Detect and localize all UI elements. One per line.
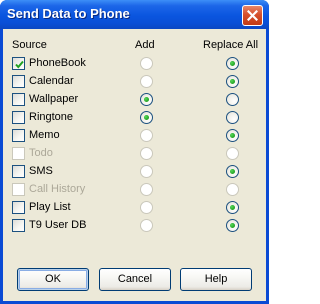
- source-column-header: Source: [12, 39, 47, 51]
- source-row: SMS: [3, 163, 266, 181]
- source-checkbox[interactable]: [12, 111, 25, 124]
- replace-all-radio[interactable]: [226, 93, 239, 106]
- replace-all-radio[interactable]: [226, 219, 239, 232]
- source-checkbox[interactable]: [12, 75, 25, 88]
- radio-dot-icon: [230, 205, 235, 210]
- close-icon: [247, 10, 258, 21]
- replace-all-radio[interactable]: [226, 57, 239, 70]
- source-checkbox[interactable]: [12, 57, 25, 70]
- source-checkbox[interactable]: [12, 201, 25, 214]
- window-title: Send Data to Phone: [7, 6, 130, 21]
- replace-all-radio[interactable]: [226, 75, 239, 88]
- source-label: T9 User DB: [29, 219, 87, 231]
- replace-all-radio: [226, 183, 239, 196]
- source-label: Memo: [29, 129, 60, 141]
- source-checkbox: [12, 147, 25, 160]
- add-radio[interactable]: [140, 93, 153, 106]
- radio-dot-icon: [144, 97, 149, 102]
- source-row: PhoneBook: [3, 55, 266, 73]
- source-row: Wallpaper: [3, 91, 266, 109]
- source-row: Ringtone: [3, 109, 266, 127]
- send-data-dialog: Send Data to Phone Source Add Replace Al…: [0, 0, 269, 304]
- radio-dot-icon: [230, 61, 235, 66]
- source-row: Calendar: [3, 73, 266, 91]
- radio-dot-icon: [144, 115, 149, 120]
- replace-all-radio[interactable]: [226, 165, 239, 178]
- checkmark-icon: [15, 60, 24, 69]
- source-label: PhoneBook: [29, 57, 86, 69]
- dialog-body: Source Add Replace All PhoneBook Calendar…: [3, 29, 266, 301]
- source-checkbox[interactable]: [12, 219, 25, 232]
- replace-all-radio[interactable]: [226, 111, 239, 124]
- add-radio[interactable]: [140, 111, 153, 124]
- source-row: Play List: [3, 199, 266, 217]
- radio-dot-icon: [230, 169, 235, 174]
- ok-button[interactable]: OK: [17, 268, 89, 291]
- add-column-header: Add: [135, 39, 155, 51]
- source-row: Call History: [3, 181, 266, 199]
- source-checkbox: [12, 183, 25, 196]
- source-label: Ringtone: [29, 111, 74, 123]
- radio-dot-icon: [230, 79, 235, 84]
- replace-all-radio: [226, 147, 239, 160]
- source-checkbox[interactable]: [12, 129, 25, 142]
- source-row: T9 User DB: [3, 217, 266, 235]
- replace-all-radio[interactable]: [226, 129, 239, 142]
- add-radio: [140, 57, 153, 70]
- replace-all-radio[interactable]: [226, 201, 239, 214]
- source-row: Memo: [3, 127, 266, 145]
- source-label: Wallpaper: [29, 93, 79, 105]
- cancel-button[interactable]: Cancel: [99, 268, 171, 291]
- close-button[interactable]: [242, 5, 263, 26]
- radio-dot-icon: [230, 223, 235, 228]
- source-label: Calendar: [29, 75, 74, 87]
- source-label: Todo: [29, 147, 53, 159]
- add-radio: [140, 165, 153, 178]
- add-radio: [140, 147, 153, 160]
- source-checkbox[interactable]: [12, 165, 25, 178]
- add-radio: [140, 219, 153, 232]
- source-checkbox[interactable]: [12, 93, 25, 106]
- replace-all-column-header: Replace All: [203, 39, 259, 51]
- source-label: Call History: [29, 183, 86, 195]
- add-radio: [140, 129, 153, 142]
- add-radio: [140, 75, 153, 88]
- source-label: SMS: [29, 165, 53, 177]
- source-label: Play List: [29, 201, 71, 213]
- add-radio: [140, 183, 153, 196]
- title-bar: Send Data to Phone: [0, 0, 269, 29]
- radio-dot-icon: [230, 133, 235, 138]
- help-button[interactable]: Help: [180, 268, 252, 291]
- source-row: Todo: [3, 145, 266, 163]
- add-radio: [140, 201, 153, 214]
